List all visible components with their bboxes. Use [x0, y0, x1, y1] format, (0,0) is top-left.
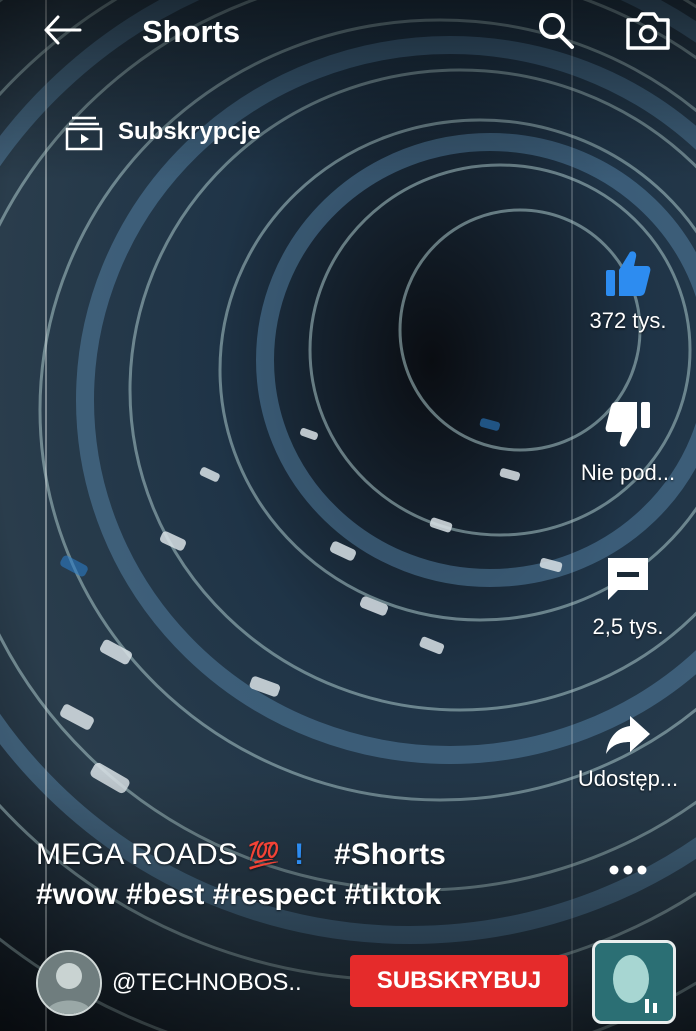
dislike-label: Nie pod...: [580, 460, 676, 485]
comment-icon: [608, 558, 648, 600]
caption-emoji: 💯: [247, 839, 281, 870]
top-bar: Shorts: [0, 0, 696, 72]
camera-icon[interactable]: [624, 10, 672, 52]
channel-info[interactable]: @TECHNOBOS..: [36, 950, 302, 1016]
caption-title: MEGA ROADS: [36, 838, 238, 871]
hashtag-shorts[interactable]: #Shorts: [334, 838, 446, 872]
share-button[interactable]: Udostęp...: [568, 712, 688, 792]
share-label: Udostęp...: [577, 766, 679, 791]
thumbs-down-icon: [605, 402, 650, 447]
channel-handle[interactable]: @TECHNOBOS..: [112, 969, 302, 997]
channel-avatar[interactable]: [36, 950, 102, 1016]
more-dots-icon: [609, 865, 647, 875]
search-icon[interactable]: [534, 10, 578, 50]
subscriptions-link[interactable]: Subskrypcje: [64, 112, 261, 152]
page-title: Shorts: [142, 14, 241, 49]
back-arrow-icon[interactable]: [40, 12, 84, 48]
avatar-face-icon: [38, 952, 100, 1014]
more-options-button[interactable]: [568, 860, 688, 880]
dislike-button[interactable]: Nie pod...: [568, 400, 688, 486]
subscribe-button[interactable]: SUBSKRYBUJ: [350, 955, 568, 1007]
sound-thumbnail[interactable]: [592, 940, 676, 1024]
share-icon: [606, 716, 650, 754]
thumbs-up-icon: [606, 251, 651, 296]
shorts-player: Shorts Subskrypcje 372 tys. Nie pod... 2…: [0, 0, 696, 1031]
sound-icon: [595, 943, 673, 1021]
subscriptions-label: Subskrypcje: [118, 118, 261, 145]
like-button[interactable]: 372 tys.: [568, 248, 688, 334]
caption-exclamation: !: [294, 838, 305, 871]
like-count: 372 tys.: [589, 308, 667, 333]
video-caption[interactable]: MEGA ROADS 💯 ! #Shorts #wow #best #respe…: [36, 838, 576, 912]
caption-hashtags[interactable]: #wow #best #respect #tiktok: [36, 878, 576, 912]
caption-title-line: MEGA ROADS 💯 ! #Shorts: [36, 838, 576, 872]
comments-button[interactable]: 2,5 tys.: [568, 554, 688, 640]
comments-count: 2,5 tys.: [592, 614, 664, 639]
subscriptions-icon: [65, 116, 103, 151]
